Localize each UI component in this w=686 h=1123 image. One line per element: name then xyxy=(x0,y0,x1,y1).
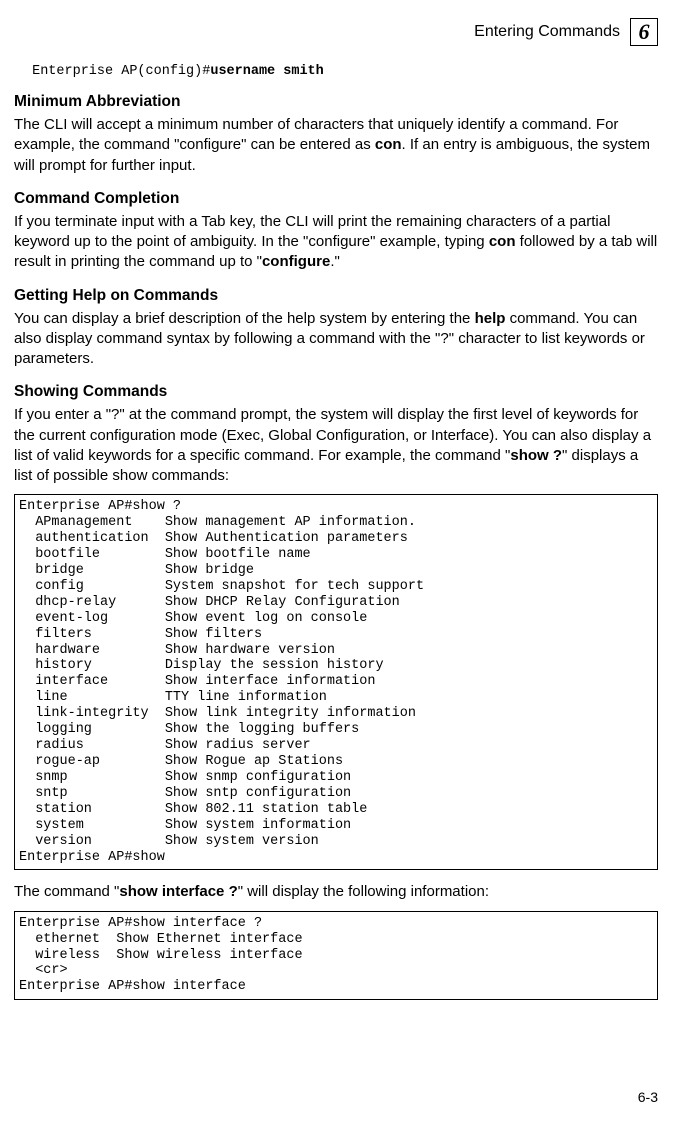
section-heading-help: Getting Help on Commands xyxy=(14,287,658,305)
section-heading-showing: Showing Commands xyxy=(14,383,658,401)
section-body-showing: If you enter a "?" at the command prompt… xyxy=(14,405,658,486)
command-text: username smith xyxy=(210,64,323,79)
section-heading-completion: Command Completion xyxy=(14,190,658,208)
page-number: 6-3 xyxy=(638,1089,658,1105)
chapter-number-box: 6 xyxy=(630,18,658,46)
section-body-abbreviation: The CLI will accept a minimum number of … xyxy=(14,115,658,176)
section-body-help: You can display a brief description of t… xyxy=(14,309,658,370)
header-title: Entering Commands xyxy=(474,23,620,41)
code-block-show-interface: Enterprise AP#show interface ? ethernet … xyxy=(14,911,658,1001)
section-body-completion: If you terminate input with a Tab key, t… xyxy=(14,212,658,273)
page-header: Entering Commands 6 xyxy=(14,18,658,46)
section-body-show-interface: The command "show interface ?" will disp… xyxy=(14,882,658,902)
section-heading-abbreviation: Minimum Abbreviation xyxy=(14,93,658,111)
prompt-text: Enterprise AP(config)# xyxy=(24,64,210,79)
example-command-line: Enterprise AP(config)#username smith xyxy=(14,64,658,79)
code-block-show-commands: Enterprise AP#show ? APmanagement Show m… xyxy=(14,494,658,870)
chapter-number: 6 xyxy=(639,19,650,45)
